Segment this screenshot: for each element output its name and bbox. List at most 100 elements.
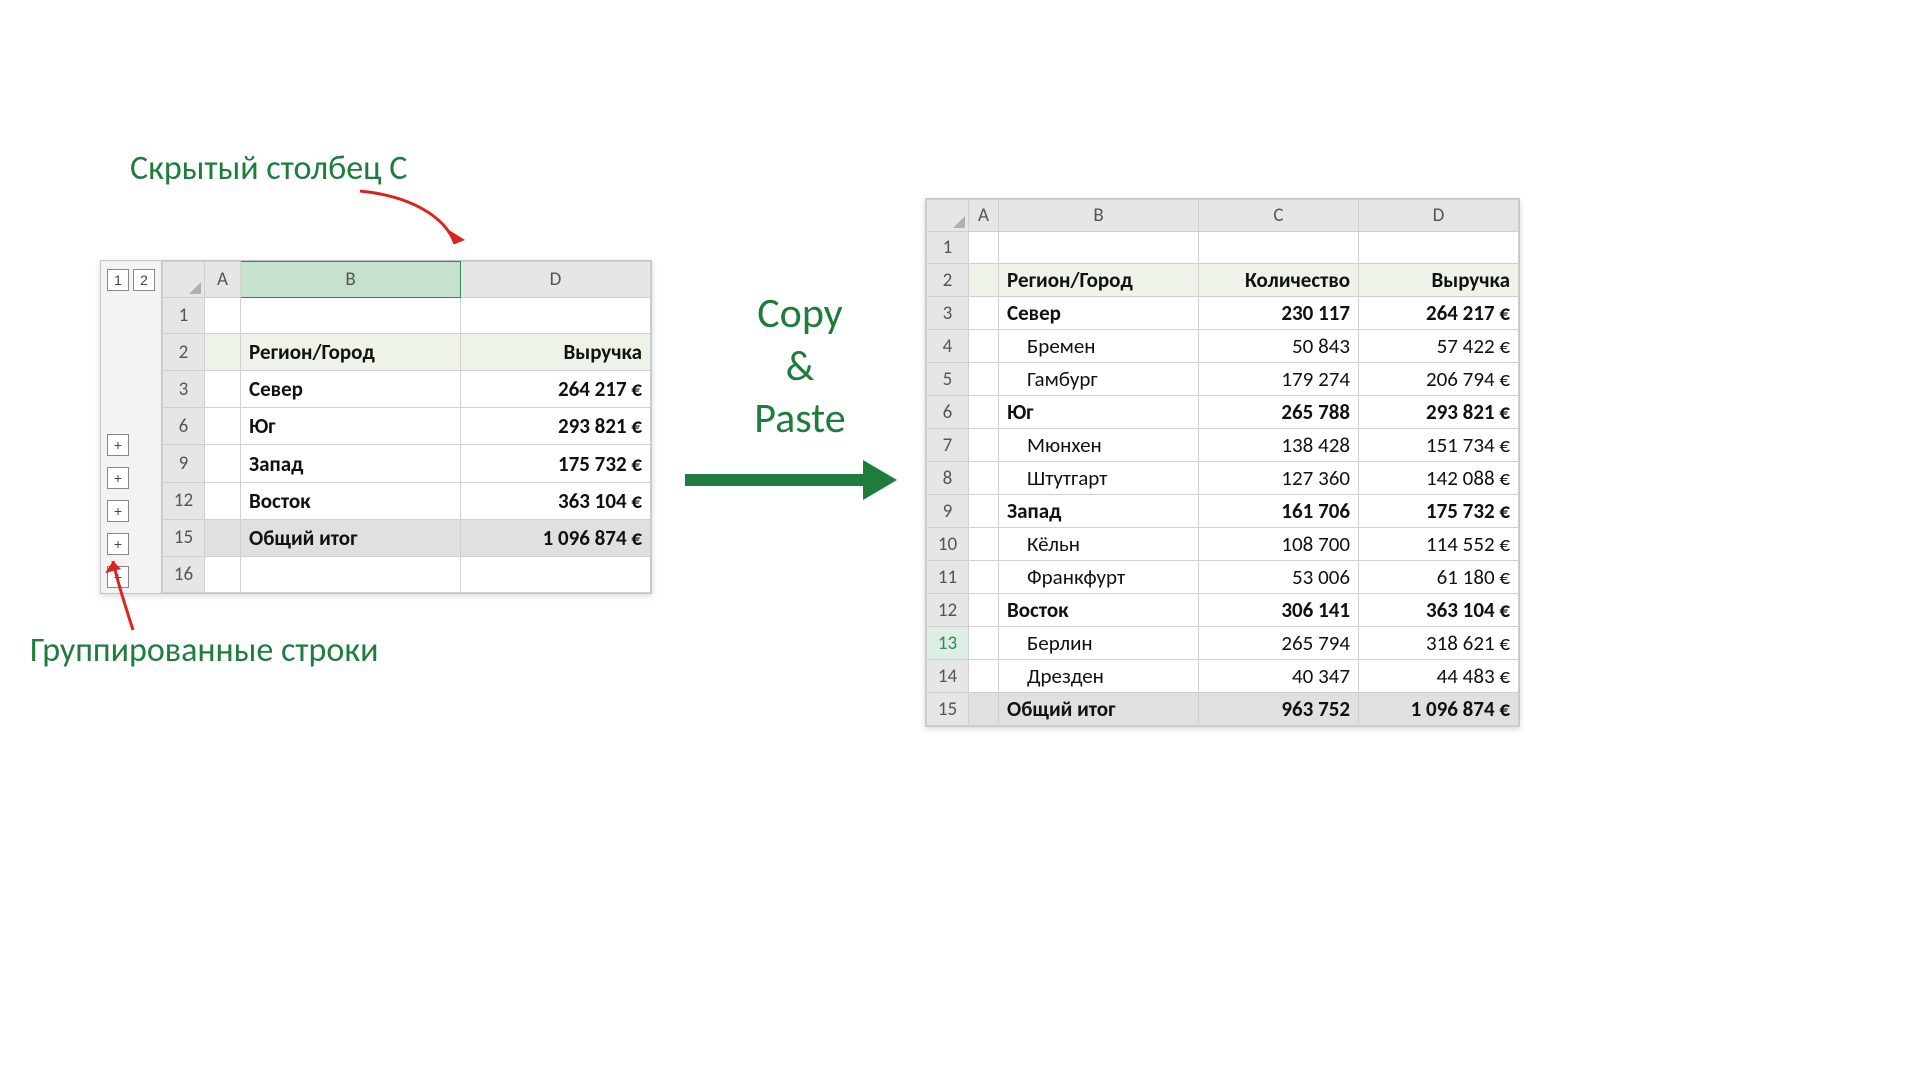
table-cell-qty: 138 428: [1199, 429, 1359, 462]
row-header[interactable]: 15: [927, 693, 969, 726]
row-header[interactable]: 3: [163, 371, 205, 408]
table-cell-qty: 265 788: [1199, 396, 1359, 429]
table-cell-name: Дрезден: [999, 660, 1199, 693]
table-cell-name: Юг: [241, 408, 461, 445]
table-cell-qty: 40 347: [1199, 660, 1359, 693]
row-header[interactable]: 9: [163, 445, 205, 482]
table-cell-rev: 206 794 €: [1359, 363, 1519, 396]
row-header[interactable]: 2: [163, 334, 205, 371]
col-header-A[interactable]: A: [969, 200, 999, 232]
row-header[interactable]: 11: [927, 561, 969, 594]
table-cell-qty: 161 706: [1199, 495, 1359, 528]
copy-paste-line2: &: [720, 341, 880, 394]
table-cell-name: Запад: [241, 445, 461, 482]
excel-window-source: 1 2 +++++ A B D 12 Регион/Город Выручка3…: [100, 260, 652, 594]
col-header-D[interactable]: D: [1359, 200, 1519, 232]
table-cell-qty: 108 700: [1199, 528, 1359, 561]
table-cell-name: Берлин: [999, 627, 1199, 660]
row-header[interactable]: 12: [927, 594, 969, 627]
table-cell-qty: 306 141: [1199, 594, 1359, 627]
table-cell-name: Запад: [999, 495, 1199, 528]
row-header[interactable]: 6: [927, 396, 969, 429]
table-total-qty: 963 752: [1199, 693, 1359, 726]
table-cell-rev: 175 732 €: [461, 445, 651, 482]
outline-expand-button[interactable]: +: [107, 434, 129, 456]
row-header[interactable]: 16: [163, 556, 205, 592]
col-header-C[interactable]: C: [1199, 200, 1359, 232]
table-cell-name: Восток: [999, 594, 1199, 627]
table-header-rev: Выручка: [1359, 264, 1519, 297]
row-header[interactable]: 4: [927, 330, 969, 363]
table-cell-rev: 44 483 €: [1359, 660, 1519, 693]
table-cell-qty: 179 274: [1199, 363, 1359, 396]
row-header[interactable]: 1: [927, 232, 969, 264]
row-header[interactable]: 15: [163, 519, 205, 556]
table-cell-rev: 264 217 €: [1359, 297, 1519, 330]
table-header-name: Регион/Город: [241, 334, 461, 371]
result-grid[interactable]: A B C D 12 Регион/Город Количество Выруч…: [926, 199, 1519, 726]
table-header-qty: Количество: [1199, 264, 1359, 297]
row-header[interactable]: 3: [927, 297, 969, 330]
row-header[interactable]: 7: [927, 429, 969, 462]
row-header[interactable]: 9: [927, 495, 969, 528]
copy-paste-label: Copy & Paste: [720, 288, 880, 446]
table-cell-name: Север: [241, 371, 461, 408]
table-total-rev: 1 096 874 €: [461, 519, 651, 556]
table-cell-rev: 318 621 €: [1359, 627, 1519, 660]
outline-expand-button[interactable]: +: [107, 533, 129, 555]
row-header[interactable]: 12: [163, 482, 205, 519]
table-cell-qty: 265 794: [1199, 627, 1359, 660]
table-header-rev: Выручка: [461, 334, 651, 371]
copy-paste-line3: Paste: [720, 393, 880, 446]
source-grid[interactable]: A B D 12 Регион/Город Выручка 3 Север 264…: [162, 261, 651, 593]
row-header[interactable]: 14: [927, 660, 969, 693]
table-cell-name: Штутгарт: [999, 462, 1199, 495]
arrow-to-grouped-rows-icon: [95, 555, 155, 635]
arrow-to-hidden-column-icon: [350, 186, 480, 266]
select-all-corner[interactable]: [163, 262, 205, 298]
table-cell-rev: 175 732 €: [1359, 495, 1519, 528]
table-cell-rev: 363 104 €: [461, 482, 651, 519]
table-cell-rev: 114 552 €: [1359, 528, 1519, 561]
table-total-name: Общий итог: [999, 693, 1199, 726]
table-cell-name: Гамбург: [999, 363, 1199, 396]
row-header[interactable]: 1: [163, 298, 205, 334]
outline-level-2-button[interactable]: 2: [133, 269, 155, 291]
row-header[interactable]: 10: [927, 528, 969, 561]
row-header[interactable]: 13: [927, 627, 969, 660]
outline-level-1-button[interactable]: 1: [107, 269, 129, 291]
table-cell-rev: 61 180 €: [1359, 561, 1519, 594]
col-header-D[interactable]: D: [461, 262, 651, 298]
col-header-B[interactable]: B: [241, 262, 461, 298]
table-cell-rev: 363 104 €: [1359, 594, 1519, 627]
outline-expand-button[interactable]: +: [107, 467, 129, 489]
table-cell-name: Бремен: [999, 330, 1199, 363]
table-cell-qty: 230 117: [1199, 297, 1359, 330]
table-cell-qty: 50 843: [1199, 330, 1359, 363]
col-header-B[interactable]: B: [999, 200, 1199, 232]
table-cell-name: Франкфурт: [999, 561, 1199, 594]
outline-gutter: 1 2 +++++: [101, 261, 162, 593]
row-header[interactable]: 6: [163, 408, 205, 445]
row-header[interactable]: 5: [927, 363, 969, 396]
table-cell-rev: 151 734 €: [1359, 429, 1519, 462]
table-cell-name: Восток: [241, 482, 461, 519]
annotation-grouped-rows: Группированные строки: [30, 630, 378, 671]
table-total-name: Общий итог: [241, 519, 461, 556]
outline-expand-button[interactable]: +: [107, 500, 129, 522]
copy-paste-line1: Copy: [720, 288, 880, 341]
table-cell-rev: 57 422 €: [1359, 330, 1519, 363]
table-cell-rev: 142 088 €: [1359, 462, 1519, 495]
table-cell-rev: 293 821 €: [1359, 396, 1519, 429]
table-total-rev: 1 096 874 €: [1359, 693, 1519, 726]
table-cell-qty: 53 006: [1199, 561, 1359, 594]
row-header[interactable]: 2: [927, 264, 969, 297]
row-header[interactable]: 8: [927, 462, 969, 495]
table-cell-name: Север: [999, 297, 1199, 330]
col-header-A[interactable]: A: [205, 262, 241, 298]
annotation-hidden-column: Скрытый столбец С: [130, 148, 407, 189]
table-cell-rev: 264 217 €: [461, 371, 651, 408]
select-all-corner[interactable]: [927, 200, 969, 232]
table-cell-name: Юг: [999, 396, 1199, 429]
table-cell-qty: 127 360: [1199, 462, 1359, 495]
